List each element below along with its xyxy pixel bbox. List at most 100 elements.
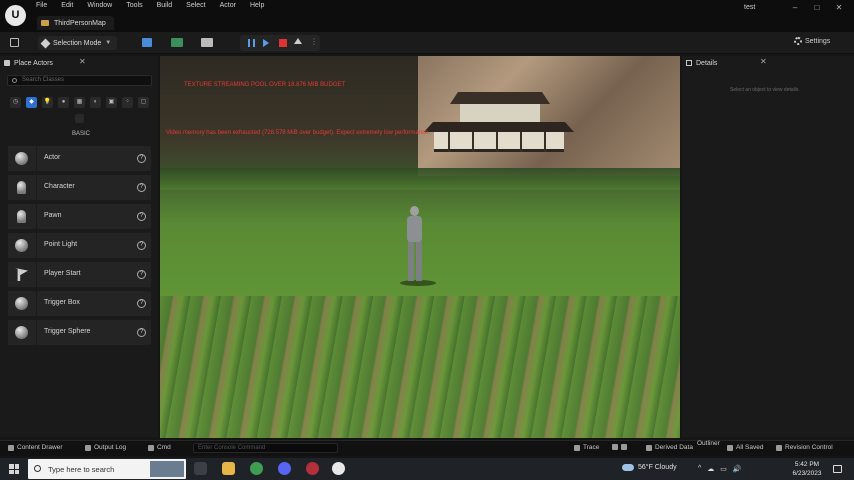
menu-actor[interactable]: Actor xyxy=(220,2,236,12)
more-options-icon[interactable]: ⋮ xyxy=(310,37,318,46)
actor-item-point-light[interactable]: Point Light ? xyxy=(8,233,151,258)
help-icon[interactable]: ? xyxy=(137,154,146,163)
status-icon[interactable] xyxy=(621,444,627,450)
output-log-button[interactable]: Output Log xyxy=(85,444,126,451)
volume-icon[interactable]: 🔊 xyxy=(733,465,742,473)
pause-icon[interactable] xyxy=(248,39,255,47)
tab-place-actors[interactable]: Place Actors xyxy=(4,57,53,69)
all-classes-category-icon[interactable]: ▢ xyxy=(138,97,149,108)
third-person-character xyxy=(400,206,436,286)
revision-control-button[interactable]: Revision Control xyxy=(776,444,833,451)
menu-select[interactable]: Select xyxy=(186,2,205,12)
recent-category-icon[interactable]: ◷ xyxy=(10,97,21,108)
unreal-taskbar-icon[interactable] xyxy=(332,462,345,475)
level-viewport[interactable]: TEXTURE STREAMING POOL OVER 18.876 MIB B… xyxy=(160,56,680,438)
details-icon xyxy=(686,60,692,66)
shapes-category-icon[interactable]: ● xyxy=(58,97,69,108)
help-icon[interactable]: ? xyxy=(137,183,146,192)
close-button[interactable]: ✕ xyxy=(834,3,844,12)
tab-details[interactable]: Details xyxy=(686,57,717,69)
tab-map[interactable]: ThirdPersonMap xyxy=(37,16,114,30)
help-icon[interactable]: ? xyxy=(137,270,146,279)
cinematic-category-icon[interactable]: ▦ xyxy=(74,97,85,108)
status-icon[interactable] xyxy=(612,444,618,450)
help-icon[interactable]: ? xyxy=(137,241,146,250)
actor-item-player-start[interactable]: Player Start ? xyxy=(8,262,151,287)
outliner-label: Outliner xyxy=(697,440,720,447)
actor-item-trigger-box[interactable]: Trigger Box ? xyxy=(8,291,151,316)
search-input[interactable]: Search Classes xyxy=(7,75,152,86)
system-clock[interactable]: 5:42 PM 6/23/2023 xyxy=(790,460,824,478)
basic-category-icon[interactable]: ◆ xyxy=(26,97,37,108)
minimize-button[interactable]: – xyxy=(790,3,800,12)
help-icon[interactable]: ? xyxy=(137,328,146,337)
console-input[interactable]: Enter Console Command xyxy=(193,443,338,453)
close-icon[interactable]: ✕ xyxy=(79,57,86,66)
all-saved-button[interactable]: All Saved xyxy=(727,444,763,451)
volumes-category-icon[interactable]: ⁘ xyxy=(122,97,133,108)
menu-tools[interactable]: Tools xyxy=(126,2,142,12)
blueprint-icon[interactable] xyxy=(171,38,183,47)
file-explorer-icon[interactable] xyxy=(222,462,235,475)
add-content-icon[interactable] xyxy=(142,38,152,47)
settings-button[interactable]: Settings xyxy=(794,37,830,45)
help-icon[interactable]: ? xyxy=(137,299,146,308)
divider xyxy=(36,262,37,287)
details-empty-hint: Select an object to view details. xyxy=(730,87,800,93)
menu-file[interactable]: File xyxy=(36,2,47,12)
actor-item-label: Point Light xyxy=(44,241,78,248)
divider xyxy=(36,233,37,258)
weather-widget[interactable]: 56°F Cloudy xyxy=(622,464,677,471)
extra-category-icon[interactable] xyxy=(75,114,84,123)
derived-data-button[interactable]: Derived Data xyxy=(646,444,693,451)
help-icon[interactable]: ? xyxy=(137,212,146,221)
actor-item-character[interactable]: Character ? xyxy=(8,175,151,200)
task-view-icon[interactable] xyxy=(194,462,207,475)
outliner-tab[interactable]: Outliner xyxy=(697,440,720,447)
unreal-logo-icon[interactable]: U xyxy=(5,5,26,26)
content-drawer-button[interactable]: Content Drawer xyxy=(8,444,63,451)
chrome-icon[interactable] xyxy=(250,462,263,475)
menu-window[interactable]: Window xyxy=(87,2,112,12)
console-icon xyxy=(148,444,154,451)
menu-help[interactable]: Help xyxy=(250,2,264,12)
visual-effects-category-icon[interactable]: ◐ xyxy=(90,97,101,108)
selection-mode-dropdown[interactable]: Selection Mode ▼ xyxy=(38,36,118,50)
settings-label: Settings xyxy=(805,37,831,45)
divider xyxy=(36,204,37,229)
save-icon[interactable] xyxy=(10,38,19,47)
place-actors-icon xyxy=(4,60,10,66)
onedrive-icon[interactable]: ☁ xyxy=(707,465,714,473)
chevron-up-icon[interactable]: ^ xyxy=(698,465,701,473)
cinematics-icon[interactable] xyxy=(201,38,213,47)
menu-edit[interactable]: Edit xyxy=(61,2,73,12)
step-frame-icon[interactable] xyxy=(263,39,269,47)
map-tab-label: ThirdPersonMap xyxy=(54,19,106,27)
stop-icon[interactable] xyxy=(279,39,287,47)
derived-data-label: Derived Data xyxy=(655,444,693,451)
maximize-button[interactable]: □ xyxy=(812,3,822,12)
sphere-icon xyxy=(15,326,28,339)
cmd-dropdown[interactable]: Cmd xyxy=(148,444,171,451)
actor-item-label: Trigger Box xyxy=(44,299,80,306)
windows-start-icon[interactable] xyxy=(9,464,19,474)
save-status-icon xyxy=(727,444,733,451)
taskbar-search-input[interactable]: Type here to search xyxy=(28,459,186,479)
foreground-grass xyxy=(160,296,680,438)
close-icon[interactable]: ✕ xyxy=(760,57,767,66)
house-base xyxy=(434,132,564,152)
menu-build[interactable]: Build xyxy=(157,2,173,12)
actor-item-pawn[interactable]: Pawn ? xyxy=(8,204,151,229)
lights-category-icon[interactable]: 💡 xyxy=(42,97,53,108)
notification-icon[interactable] xyxy=(833,465,842,473)
trace-button[interactable]: Trace xyxy=(574,444,599,451)
recorder-icon[interactable] xyxy=(306,462,319,475)
status-icons xyxy=(612,444,627,450)
eject-icon[interactable] xyxy=(294,38,302,44)
actor-item-trigger-sphere[interactable]: Trigger Sphere ? xyxy=(8,320,151,345)
battery-icon[interactable]: ▭ xyxy=(720,465,727,473)
geometry-category-icon[interactable]: ▣ xyxy=(106,97,117,108)
discord-icon[interactable] xyxy=(278,462,291,475)
actor-item-actor[interactable]: Actor ? xyxy=(8,146,151,171)
actor-item-label: Player Start xyxy=(44,270,81,277)
